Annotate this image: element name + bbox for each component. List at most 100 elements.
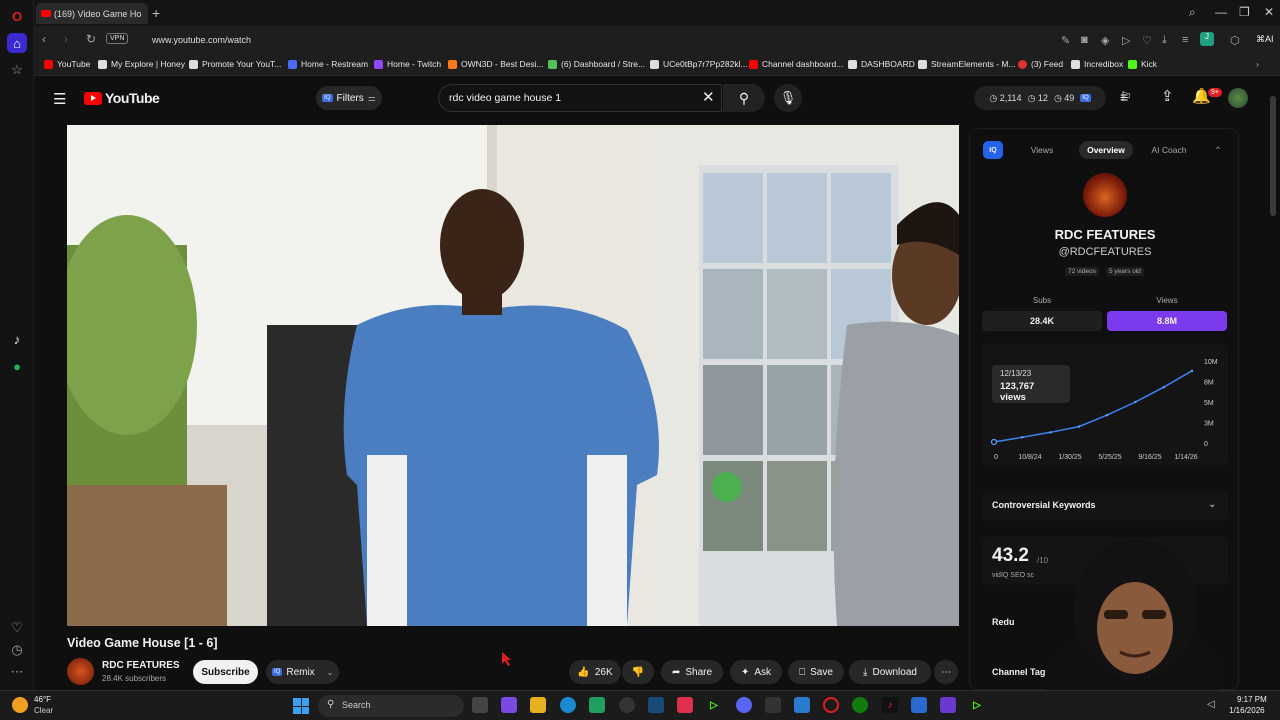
camera-icon[interactable]: ◙ (1081, 34, 1088, 46)
clear-search-icon[interactable]: ✕ (702, 88, 715, 106)
bookmark-item[interactable]: UCe0tBp7r7Pp282kl... (650, 59, 748, 69)
voice-search-button[interactable]: 🎙 (774, 84, 802, 112)
video-player[interactable] (67, 125, 959, 626)
tab-ai-coach[interactable]: AI Coach (1145, 141, 1193, 159)
user-avatar[interactable] (1228, 88, 1248, 108)
tab-overview[interactable]: Overview (1079, 141, 1133, 159)
location-icon[interactable]: ⚐ (1120, 89, 1132, 105)
bookmark-item[interactable]: Channel dashboard... (749, 59, 843, 69)
channel-avatar[interactable] (67, 658, 94, 685)
menu-icon[interactable]: ≡ (1182, 34, 1188, 46)
tiktok-icon[interactable]: ♪ (882, 697, 898, 713)
app-icon[interactable] (619, 697, 635, 713)
remix-button[interactable]: IQ Remix ⌄ (266, 660, 339, 684)
like-button[interactable]: 👍 26K (569, 660, 621, 684)
download-icon[interactable]: ⤓ (1162, 34, 1167, 47)
history-icon[interactable]: ◷ (7, 640, 27, 660)
download-button[interactable]: ⤓ Download (849, 660, 931, 684)
channel-name[interactable]: RDC FEATURES (102, 660, 180, 671)
file-explorer-icon[interactable] (530, 697, 546, 713)
close-window-button[interactable]: ✕ (1264, 5, 1274, 19)
filters-button[interactable]: IQ Filters ⚌ (316, 86, 382, 110)
taskbar-search[interactable]: ⚲ Search (318, 695, 464, 717)
youtube-logo[interactable]: YouTube (84, 90, 160, 106)
search-button[interactable]: ⚲ (723, 84, 765, 112)
dislike-button[interactable]: 👎 (622, 660, 654, 684)
bookmark-item[interactable]: Promote Your YouT... (189, 59, 281, 69)
edge-icon[interactable] (560, 697, 576, 713)
play-icon[interactable]: ▷ (1122, 34, 1130, 47)
app-icon[interactable] (765, 697, 781, 713)
search-tabs-icon[interactable]: ⌕ (1189, 5, 1196, 20)
windows-start-button[interactable] (293, 698, 309, 714)
home-icon[interactable]: ⌂ (7, 33, 27, 53)
copilot-icon[interactable] (501, 697, 517, 713)
extension-icon[interactable]: ⬡ (1230, 34, 1240, 47)
music-icon[interactable] (677, 697, 693, 713)
speaker-icon[interactable]: ◁ (1207, 699, 1215, 710)
tiktok-icon[interactable]: ♪ (7, 329, 27, 349)
weather-temperature[interactable]: 46°F (34, 695, 51, 704)
app-icon[interactable] (911, 697, 927, 713)
page-scrollbar[interactable] (1270, 96, 1276, 216)
reload-icon[interactable]: ↻ (86, 32, 96, 46)
controversial-keywords-section[interactable]: Controversial Keywords ⌄ (982, 491, 1228, 521)
app-icon[interactable] (794, 697, 810, 713)
subscribe-button[interactable]: Subscribe (193, 660, 258, 684)
more-icon[interactable]: ⋯ (7, 662, 27, 682)
back-icon[interactable]: ‹ (42, 32, 46, 46)
bookmark-item[interactable]: Home - Restream (288, 59, 368, 69)
task-view-icon[interactable] (472, 697, 488, 713)
opera-logo-icon[interactable]: O (7, 6, 27, 26)
kick-icon[interactable]: ▷ (706, 697, 722, 713)
heart-icon[interactable]: ♡ (7, 618, 27, 638)
steam-icon[interactable] (648, 697, 664, 713)
forward-icon[interactable]: › (64, 32, 68, 46)
bookmark-item[interactable]: (3) Feed (1018, 59, 1063, 69)
browser-tab[interactable]: (169) Video Game Ho (36, 3, 148, 24)
more-actions-button[interactable]: ⋯ (934, 660, 958, 684)
vpn-badge[interactable]: VPN (106, 33, 129, 44)
edit-icon[interactable]: ✎ (1061, 34, 1070, 47)
vidiq-stats-pill[interactable]: ◷ 2,114 ◷ 12 ◷ 49 IQ (974, 86, 1106, 110)
subs-toggle[interactable]: 28.4K (982, 311, 1102, 331)
bookmark-item[interactable]: DASHBOARD (848, 59, 915, 69)
shield-icon[interactable]: ◈ (1101, 34, 1109, 47)
bookmark-item[interactable]: StreamElements - M... (918, 59, 1016, 69)
highlighted-point[interactable] (990, 438, 998, 446)
share-button[interactable]: ➦ Share (661, 660, 723, 684)
reduce-section-label[interactable]: Redu (992, 617, 1015, 627)
maximize-button[interactable]: ❐ (1239, 5, 1250, 19)
profile-j-icon[interactable]: J (1200, 32, 1214, 46)
new-tab-button[interactable]: + (152, 5, 160, 21)
url-field[interactable]: www.youtube.com/watch (152, 35, 251, 45)
save-button[interactable]: ⎕ Save (788, 660, 844, 684)
app-icon[interactable] (940, 697, 956, 713)
minimize-button[interactable]: — (1215, 5, 1227, 19)
bookmark-item[interactable]: OWN3D - Best Desi... (448, 59, 544, 69)
search-input[interactable] (449, 92, 689, 104)
hamburger-menu-icon[interactable]: ☰ (53, 90, 66, 108)
bookmark-item[interactable]: (6) Dashboard / Stre... (548, 59, 645, 69)
bookmark-item[interactable]: Home - Twitch (374, 59, 441, 69)
kick-icon[interactable]: ▷ (969, 697, 985, 713)
upload-icon[interactable]: ⇪ (1161, 87, 1174, 105)
ask-button[interactable]: ✦ Ask (730, 660, 782, 684)
bookmarks-overflow-icon[interactable]: › (1256, 59, 1259, 69)
clock-time[interactable]: 9:17 PM (1237, 695, 1267, 704)
tab-views[interactable]: Views (1020, 141, 1064, 159)
heart-outline-icon[interactable]: ♡ (1142, 34, 1152, 47)
bookmarks-star-icon[interactable]: ☆ (7, 60, 27, 80)
views-toggle[interactable]: 8.8M (1107, 311, 1227, 331)
collapse-icon[interactable]: ⌃ (1208, 141, 1228, 159)
discord-icon[interactable] (736, 697, 752, 713)
bookmark-item[interactable]: Incredibox (1071, 59, 1123, 69)
xbox-icon[interactable] (852, 697, 868, 713)
spotify-icon[interactable]: ● (7, 356, 27, 376)
opera-icon[interactable] (823, 697, 839, 713)
bookmark-item[interactable]: YouTube (44, 59, 90, 69)
ai-icon[interactable]: ⌘AI (1256, 34, 1274, 45)
bookmark-item[interactable]: Kick (1128, 59, 1157, 69)
bookmark-item[interactable]: My Explore | Honey (98, 59, 185, 69)
app-icon[interactable] (589, 697, 605, 713)
